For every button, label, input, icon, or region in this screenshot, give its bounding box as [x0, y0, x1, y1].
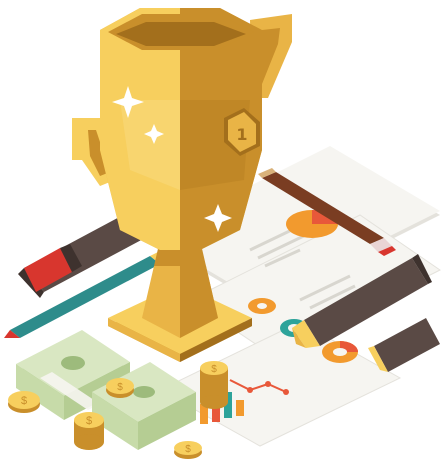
coin-icon: $	[8, 391, 40, 413]
coin-symbol: $	[86, 415, 92, 427]
coin-symbol: $	[117, 382, 123, 393]
coin-symbol: $	[185, 444, 191, 455]
donut-chart-icon	[248, 298, 276, 314]
coin-stack: $	[200, 361, 228, 409]
coin-symbol: $	[21, 395, 27, 407]
trophy-numeral: 1	[236, 125, 247, 144]
coin-icon: $	[174, 441, 202, 459]
donut-chart-icon	[322, 341, 358, 363]
coin-stack: $	[74, 412, 104, 450]
coin-symbol: $	[211, 364, 217, 375]
coin-icon: $	[106, 378, 134, 398]
trophy-illustration: $ $ $ $ $ 1	[4, 8, 441, 459]
marker-cap	[368, 318, 440, 372]
